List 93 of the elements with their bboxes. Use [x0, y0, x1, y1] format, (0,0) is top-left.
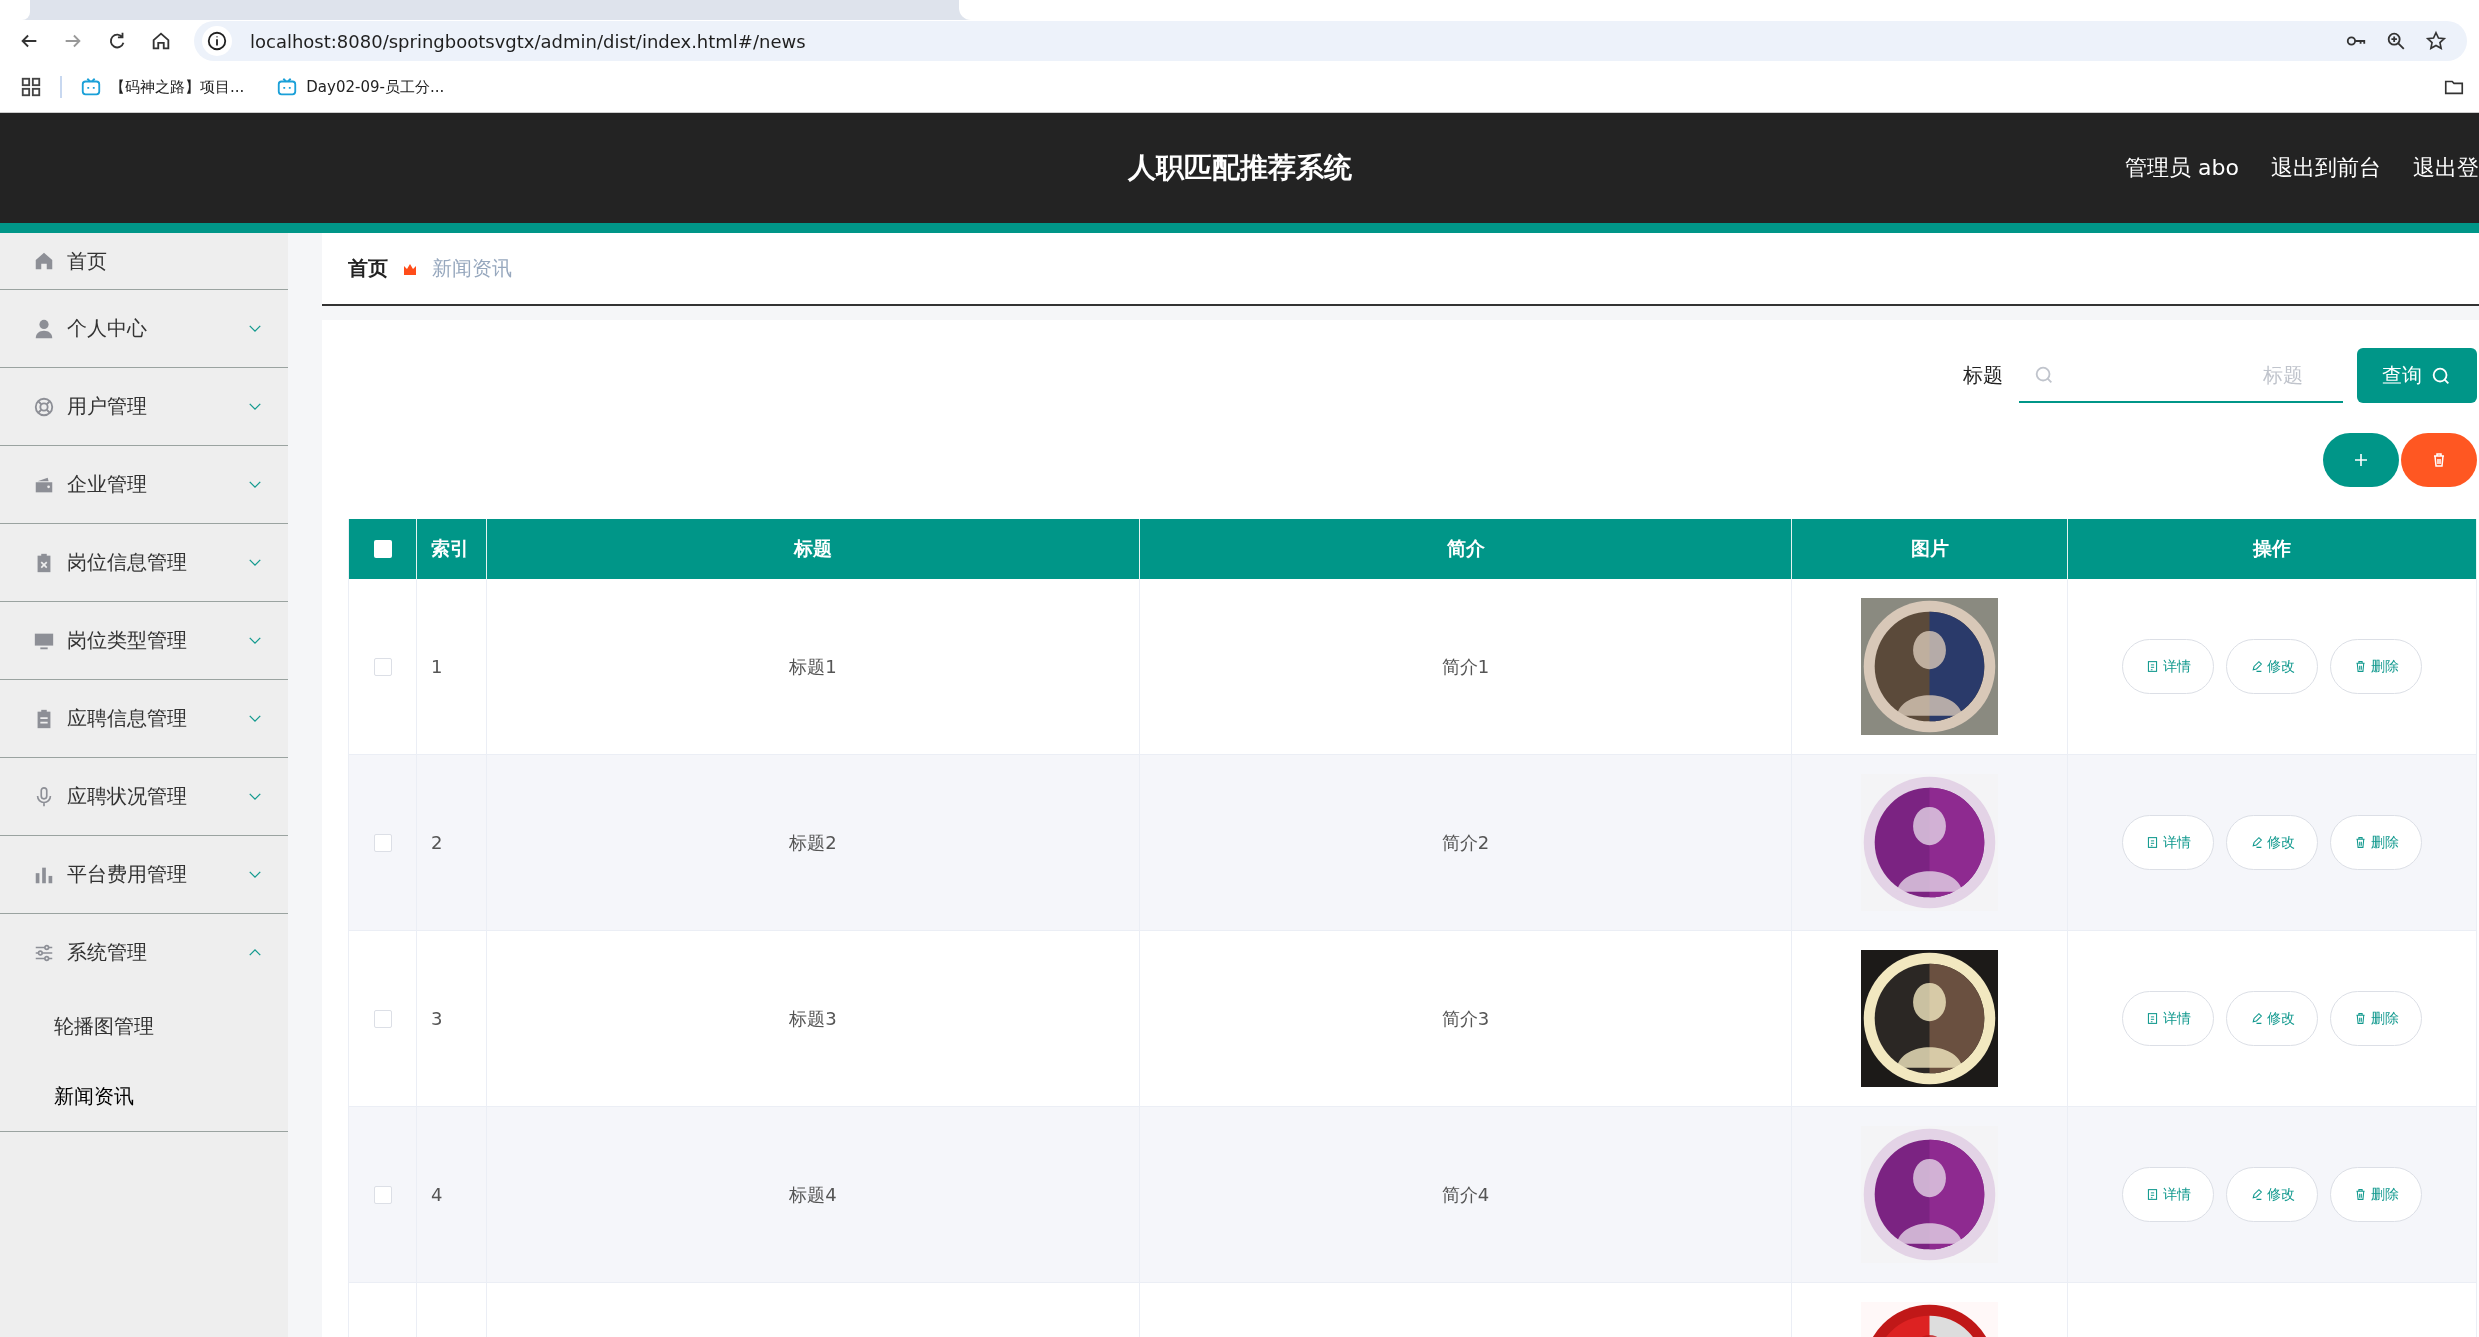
action-button[interactable]: 修改 — [2226, 815, 2318, 870]
submenu-item[interactable]: 新闻资讯 — [0, 1061, 288, 1131]
tv-icon — [80, 76, 102, 98]
add-button[interactable] — [2323, 433, 2399, 487]
row-checkbox[interactable] — [373, 1009, 392, 1028]
table-cell: 标题3 — [789, 1006, 837, 1031]
menu-item[interactable]: 企业管理 — [0, 446, 288, 523]
chevron-down-icon — [248, 324, 262, 333]
table-cell: 1 — [431, 656, 443, 677]
menu-item[interactable]: 应聘状况管理 — [0, 758, 288, 835]
action-button[interactable]: 详情 — [2122, 639, 2214, 694]
trash-icon — [2353, 660, 2367, 673]
table-cell: 3 — [431, 1008, 443, 1029]
column-header: 标题 — [794, 536, 832, 561]
chevron-down-icon — [248, 792, 262, 801]
trash-icon — [2353, 1188, 2367, 1201]
breadcrumb-current: 新闻资讯 — [432, 255, 512, 282]
row-checkbox[interactable] — [373, 657, 392, 676]
header-link[interactable]: 退出到前台 — [2271, 153, 2381, 183]
bookmark[interactable]: Day02-09-员工分... — [276, 76, 445, 98]
action-button[interactable]: 删除 — [2330, 815, 2422, 870]
row-checkbox[interactable] — [373, 833, 392, 852]
menu-item[interactable]: 平台费用管理 — [0, 836, 288, 913]
table-cell: 4 — [431, 1184, 443, 1205]
select-all-checkbox[interactable] — [373, 540, 392, 558]
person-icon — [33, 317, 55, 340]
table-cell: 简介1 — [1441, 654, 1490, 679]
document-icon — [2145, 1188, 2159, 1201]
apps-icon[interactable] — [20, 76, 42, 98]
header-link[interactable]: 退出登 — [2413, 153, 2479, 183]
document-icon — [2145, 660, 2159, 673]
document-icon — [2145, 1012, 2159, 1025]
action-button[interactable]: 删除 — [2330, 639, 2422, 694]
chevron-down-icon — [248, 870, 262, 879]
document-icon — [2145, 836, 2159, 849]
tv-icon — [276, 76, 299, 98]
column-header: 操作 — [2253, 536, 2291, 561]
row-checkbox[interactable] — [373, 1185, 392, 1204]
chevron-down-icon — [248, 714, 262, 723]
menu-item[interactable]: 系统管理 — [0, 914, 288, 991]
action-button[interactable]: 详情 — [2122, 815, 2214, 870]
trash-icon — [2353, 1012, 2367, 1025]
ring-icon — [33, 395, 55, 418]
zoom-icon[interactable] — [2385, 30, 2407, 52]
pencil-icon — [2249, 836, 2263, 849]
action-button[interactable]: 删除 — [2330, 1167, 2422, 1222]
chevron-down-icon — [248, 480, 262, 489]
menu-item[interactable]: 个人中心 — [0, 290, 288, 367]
star-icon[interactable] — [2425, 30, 2447, 52]
submenu-item[interactable]: 轮播图管理 — [0, 991, 288, 1061]
pencil-icon — [2249, 1188, 2263, 1201]
table-cell: 2 — [431, 832, 443, 853]
menu-item[interactable]: 岗位类型管理 — [0, 602, 288, 679]
menu-item[interactable]: 首页 — [0, 233, 288, 289]
trash-icon — [2431, 452, 2447, 468]
search-label: 标题 — [1963, 362, 2003, 389]
search-button[interactable]: 查询 — [2357, 348, 2477, 403]
home-icon — [33, 250, 55, 272]
chevron-up-icon — [248, 948, 262, 957]
pencil-icon — [2249, 660, 2263, 673]
plus-icon — [2353, 452, 2369, 468]
table-cell: 简介4 — [1441, 1182, 1490, 1207]
app-title: 人职匹配推荐系统 — [1127, 150, 1352, 186]
action-button[interactable]: 修改 — [2226, 991, 2318, 1046]
chevron-down-icon — [248, 402, 262, 411]
action-button[interactable]: 修改 — [2226, 639, 2318, 694]
chevron-down-icon — [248, 558, 262, 567]
action-button[interactable]: 详情 — [2122, 1167, 2214, 1222]
home-icon[interactable] — [150, 30, 172, 52]
menu-item[interactable]: 用户管理 — [0, 368, 288, 445]
action-button[interactable]: 删除 — [2330, 991, 2422, 1046]
table-cell: 标题4 — [789, 1182, 837, 1207]
menu-item[interactable]: 岗位信息管理 — [0, 524, 288, 601]
table-cell: 简介2 — [1441, 830, 1490, 855]
action-button[interactable]: 修改 — [2226, 1167, 2318, 1222]
column-header: 索引 — [431, 536, 469, 561]
address-bar[interactable]: localhost:8080/springbootsvgtx/admin/dist/index.html#/news — [194, 21, 2467, 61]
table-cell: 标题2 — [789, 830, 837, 855]
column-header: 图片 — [1910, 536, 1949, 561]
table-cell: 简介3 — [1441, 1006, 1490, 1031]
delete-button[interactable] — [2401, 433, 2477, 487]
menu-item[interactable]: 应聘信息管理 — [0, 680, 288, 757]
search-field[interactable]: 标题 — [2019, 348, 2343, 403]
trash-icon — [2353, 836, 2367, 849]
action-button[interactable]: 详情 — [2122, 991, 2214, 1046]
header-link[interactable]: 管理员 abo — [2125, 153, 2239, 183]
pencil-icon — [2249, 1012, 2263, 1025]
column-header: 简介 — [1446, 536, 1485, 561]
table-cell: 标题1 — [789, 654, 837, 679]
info-icon[interactable] — [202, 26, 232, 56]
bookmark[interactable]: 【码神之路】项目... — [80, 76, 245, 98]
breadcrumb-link[interactable]: 首页 — [348, 255, 388, 282]
chevron-down-icon — [248, 636, 262, 645]
